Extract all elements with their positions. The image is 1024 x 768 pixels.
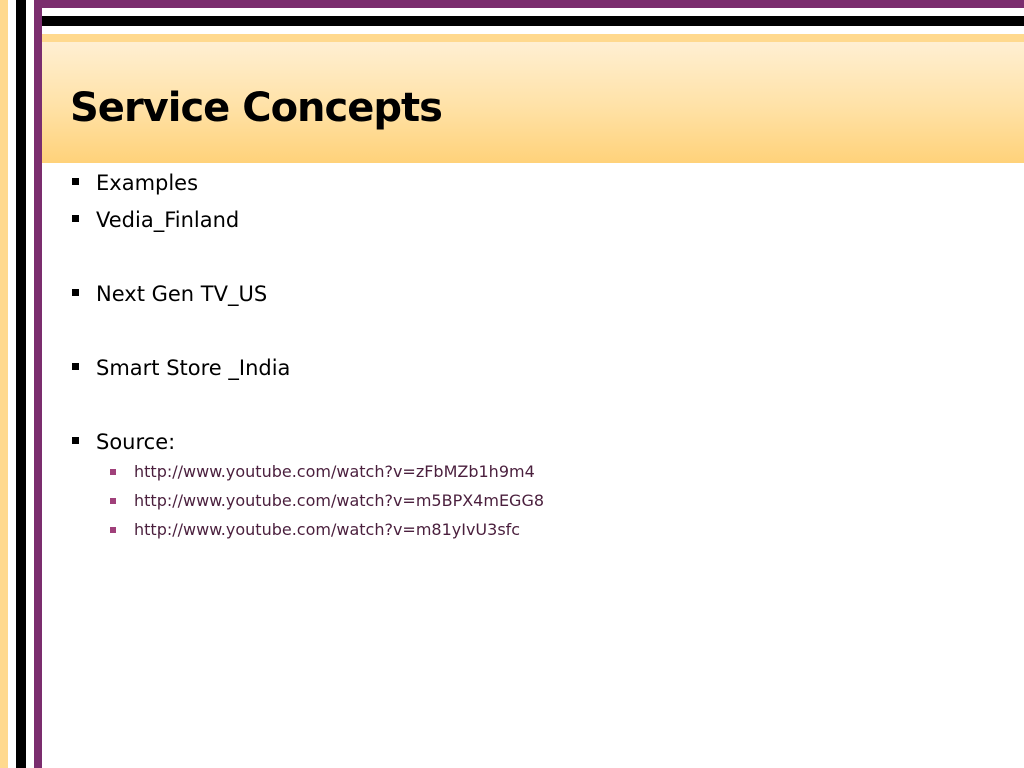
link-text[interactable]: http://www.youtube.com/watch?v=m81yIvU3s… — [134, 520, 520, 539]
square-sub-bullet-icon — [110, 498, 116, 504]
square-bullet-icon — [72, 215, 79, 222]
link-text[interactable]: http://www.youtube.com/watch?v=zFbMZb1h9… — [134, 462, 535, 481]
top-purple-stripe — [0, 0, 1024, 8]
source-link-1[interactable]: http://www.youtube.com/watch?v=zFbMZb1h9… — [70, 457, 970, 486]
square-bullet-icon — [72, 437, 79, 444]
bullet-item-smart-store: Smart Store _India — [70, 353, 970, 383]
source-link-3[interactable]: http://www.youtube.com/watch?v=m81yIvU3s… — [70, 515, 970, 544]
slide-title: Service Concepts — [70, 85, 443, 131]
square-bullet-icon — [72, 178, 79, 185]
bullet-text: Smart Store _India — [96, 356, 291, 380]
bullet-item-source: Source: — [70, 427, 970, 457]
bullet-item-examples: Examples — [70, 168, 970, 198]
square-sub-bullet-icon — [110, 469, 116, 475]
left-cream-stripe — [0, 0, 8, 768]
bullet-item-next-gen-tv: Next Gen TV_US — [70, 279, 970, 309]
bullet-text: Vedia_Finland — [96, 208, 240, 232]
bullet-text: Examples — [96, 171, 199, 195]
link-text[interactable]: http://www.youtube.com/watch?v=m5BPX4mEG… — [134, 491, 544, 510]
left-black-stripe — [16, 0, 26, 768]
left-purple-stripe — [34, 0, 42, 768]
bullet-text: Next Gen TV_US — [96, 282, 268, 306]
title-band-top-stripe — [0, 34, 1024, 42]
square-bullet-icon — [72, 363, 79, 370]
slide-content: Examples Vedia_Finland Next Gen TV_US Sm… — [70, 168, 970, 544]
top-black-stripe — [0, 16, 1024, 26]
left-white-gap-2 — [26, 0, 34, 768]
square-sub-bullet-icon — [110, 527, 116, 533]
source-link-2[interactable]: http://www.youtube.com/watch?v=m5BPX4mEG… — [70, 486, 970, 515]
bullet-item-vedia-finland: Vedia_Finland — [70, 205, 970, 235]
left-white-gap — [8, 0, 16, 768]
square-bullet-icon — [72, 289, 79, 296]
top-white-gap — [0, 8, 1024, 16]
top-white-gap-2 — [0, 26, 1024, 34]
bullet-text: Source: — [96, 430, 176, 454]
